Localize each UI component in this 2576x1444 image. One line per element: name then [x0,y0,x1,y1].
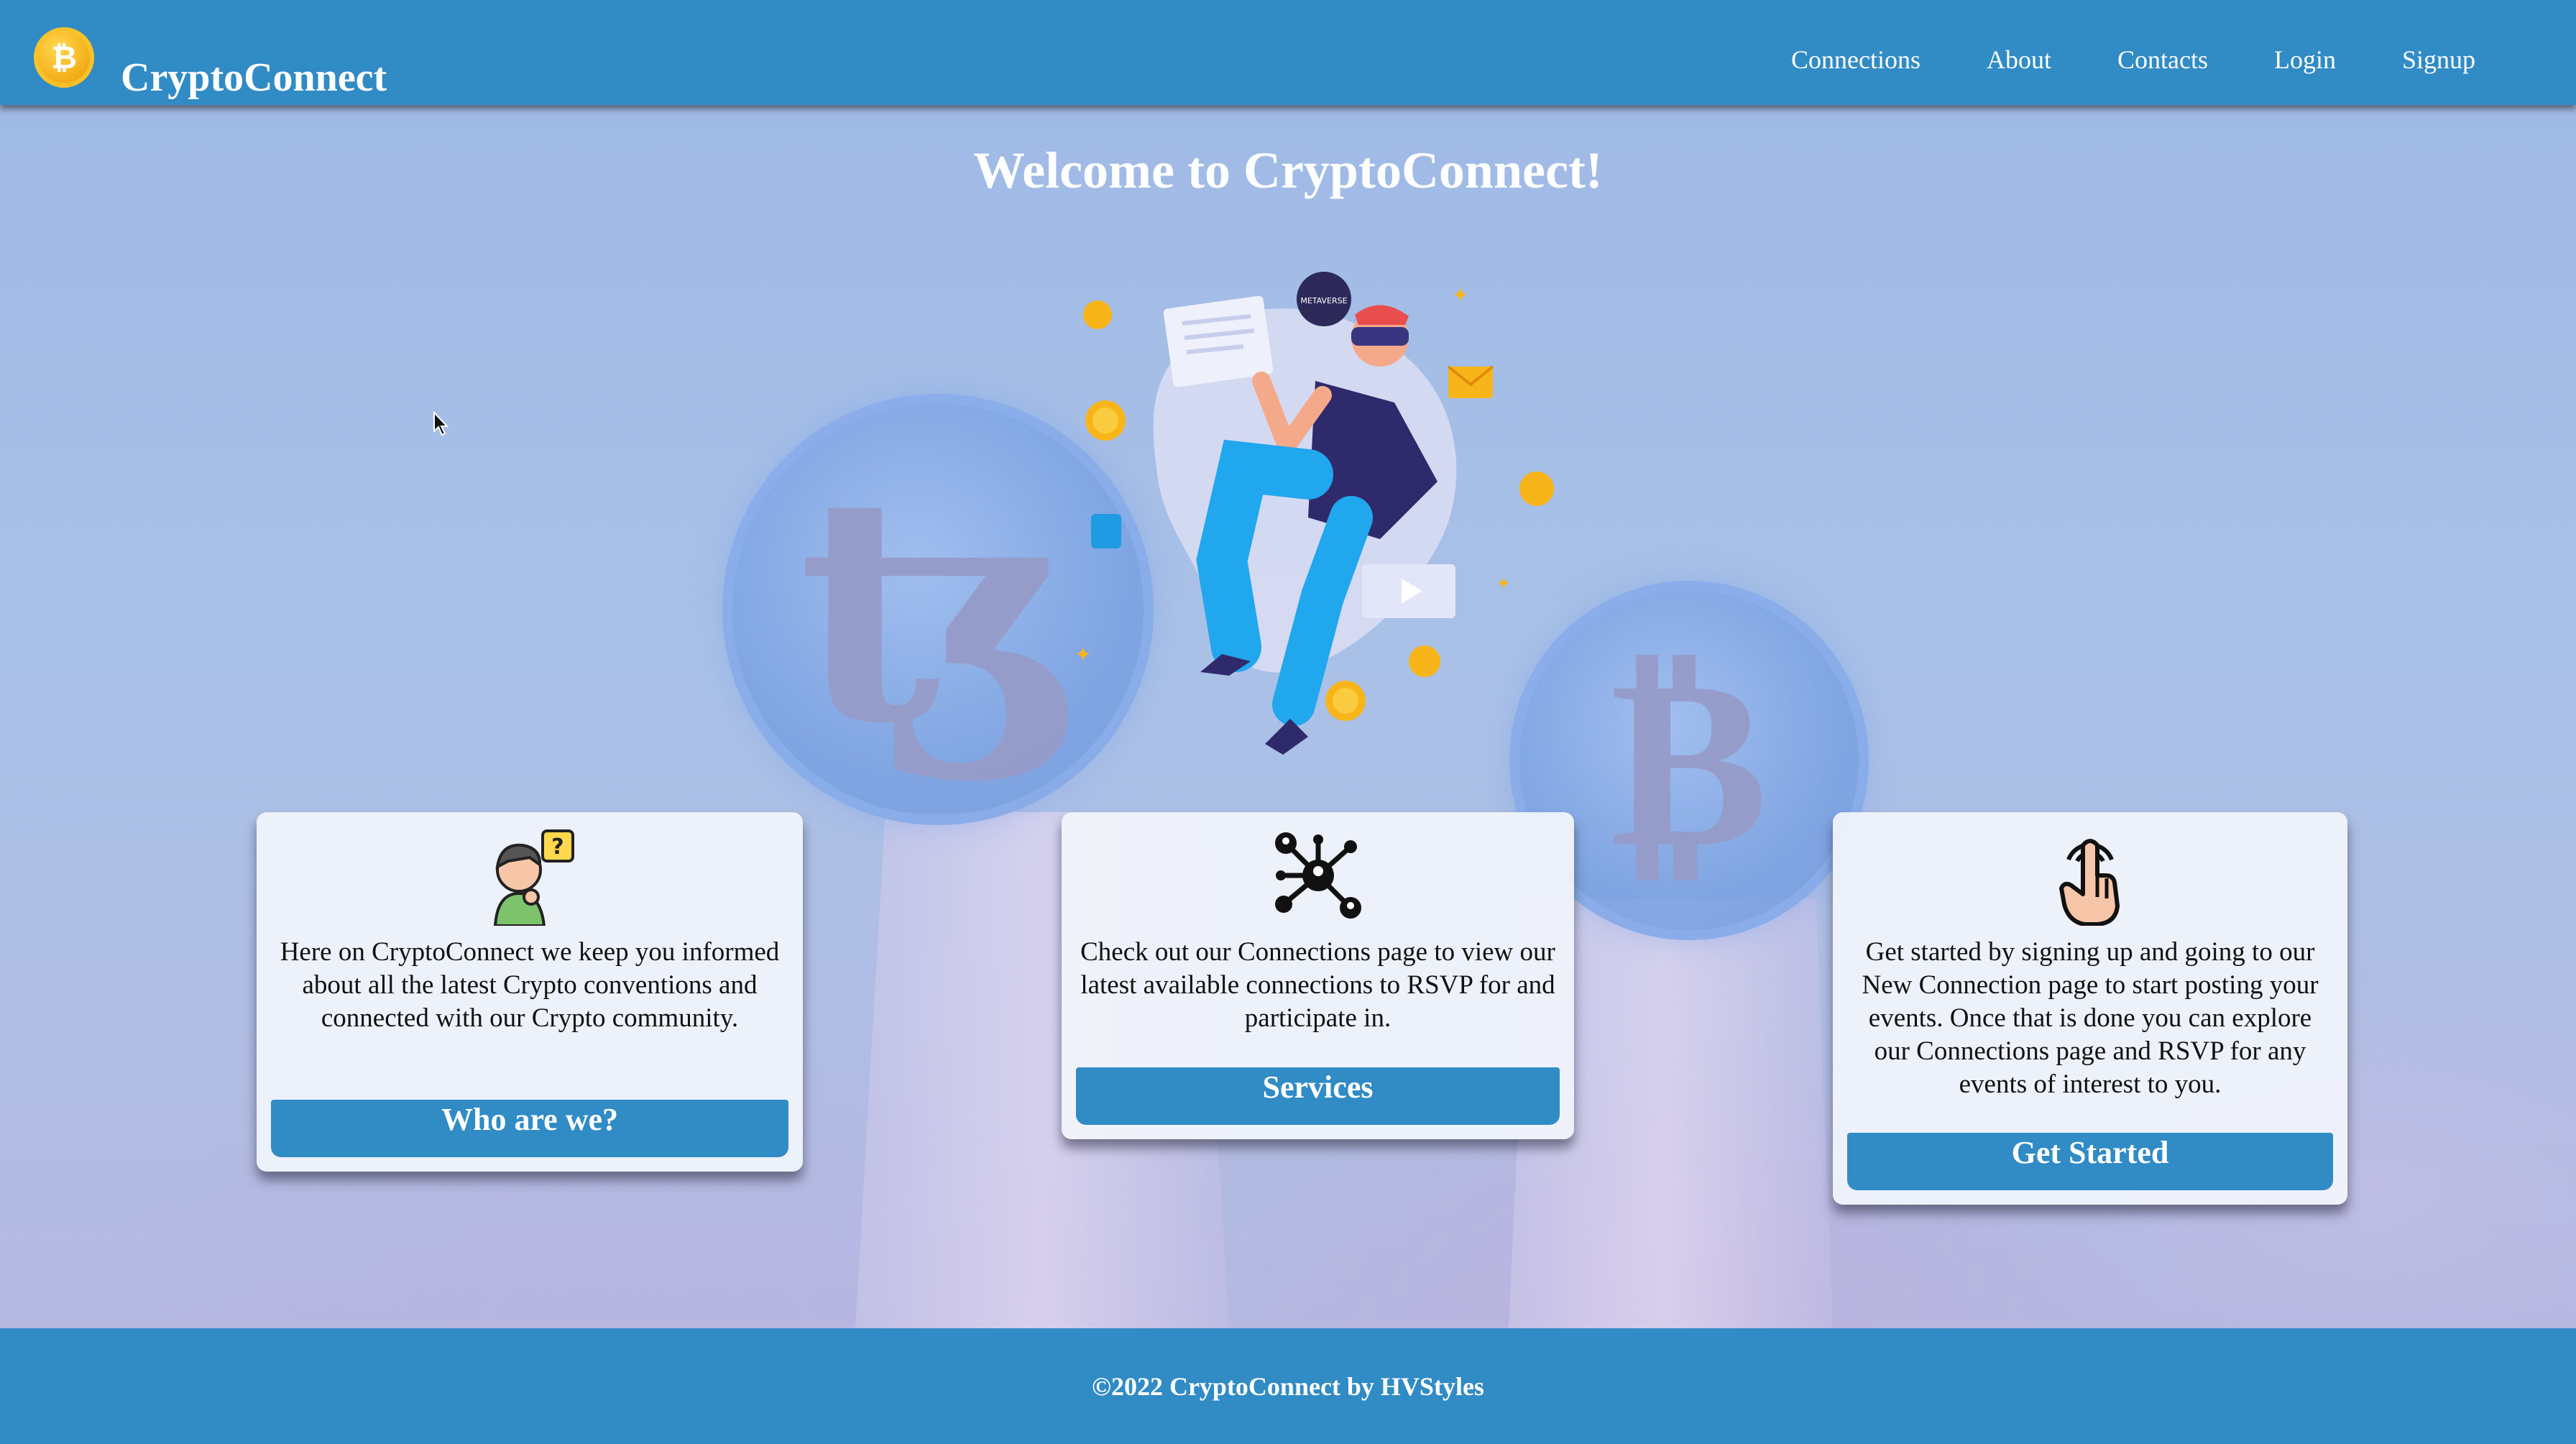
footer: ©2022 CryptoConnect by HVStyles [0,1328,2576,1444]
network-connections-icon [1274,832,1361,919]
get-started-button[interactable]: Get Started [1847,1133,2333,1190]
card-text-who: Here on CryptoConnect we keep you inform… [280,937,780,1033]
footer-copyright: ©2022 CryptoConnect by HVStyles [1092,1371,1484,1401]
svg-text:METAVERSE: METAVERSE [1300,296,1347,305]
nav-links: Connections About Contacts Login Signup [1725,45,2475,75]
brand-name[interactable]: CryptoConnect [121,55,387,101]
top-navbar: ₿ CryptoConnect Connections About Contac… [0,0,2576,105]
nav-link-about[interactable]: About [1987,45,2051,75]
metaverse-vr-person-illustration: METAVERSE ✦ ✦ ✦ [1075,272,1554,755]
card-text-get-started: Get started by signing up and going to o… [1862,937,2319,1099]
thinking-person-question-icon: ? [493,829,574,926]
nav-link-login[interactable]: Login [2274,45,2336,75]
pointer-hand-touch-icon [2059,839,2120,926]
svg-text:✦: ✦ [1075,644,1091,666]
bitcoin-logo-icon[interactable]: ₿ [34,27,94,88]
info-card-who: ? Here on CryptoConnect we keep you info… [257,812,803,1172]
info-card-get-started: Get started by signing up and going to o… [1833,812,2347,1205]
nav-link-contacts[interactable]: Contacts [2117,45,2208,75]
svg-text:✦: ✦ [1452,285,1468,307]
nav-link-connections[interactable]: Connections [1791,45,1920,75]
nav-link-signup[interactable]: Signup [2402,45,2475,75]
info-card-services: Check out our Connections page to view o… [1062,812,1574,1139]
card-text-services: Check out our Connections page to view o… [1080,937,1555,1033]
page-title: Welcome to CryptoConnect! [973,142,1603,199]
mouse-cursor-icon [433,411,449,436]
svg-text:✦: ✦ [1496,575,1511,594]
services-button[interactable]: Services [1076,1067,1560,1125]
who-are-we-button[interactable]: Who are we? [271,1100,788,1157]
svg-text:?: ? [551,834,564,860]
